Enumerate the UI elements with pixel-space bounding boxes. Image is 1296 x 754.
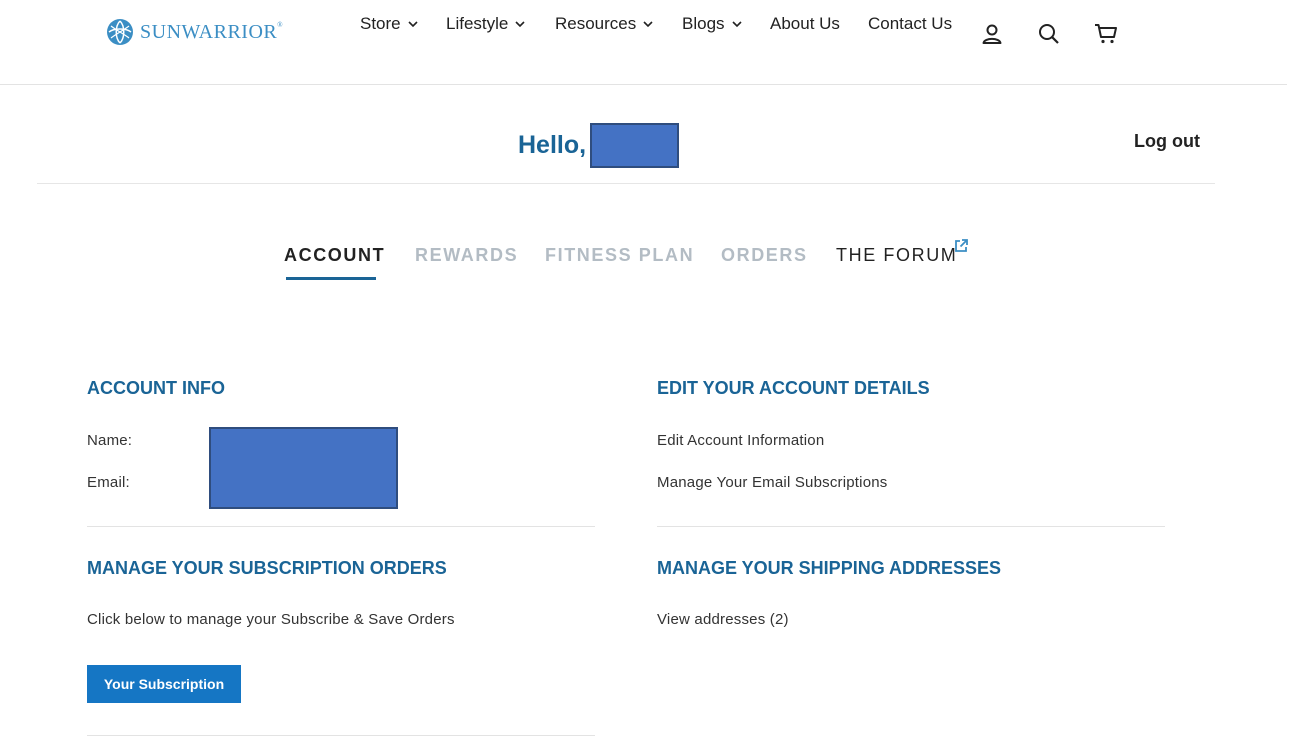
email-label: Email:: [87, 474, 130, 491]
greeting-divider: [37, 183, 1215, 184]
logout-link[interactable]: Log out: [1134, 131, 1200, 152]
logo-wordmark: SUNWARRIOR®: [140, 20, 284, 43]
tab-rewards[interactable]: REWARDS: [415, 245, 518, 266]
your-subscription-button[interactable]: Your Subscription: [87, 665, 241, 703]
sun-logo-icon: [107, 19, 133, 45]
email-subscriptions-link[interactable]: Manage Your Email Subscriptions: [657, 474, 888, 491]
section-divider: [657, 526, 1165, 527]
active-tab-indicator: [286, 277, 376, 280]
sunwarrior-logo[interactable]: SUNWARRIOR®: [106, 18, 283, 46]
edit-details-title: EDIT YOUR ACCOUNT DETAILS: [657, 378, 930, 398]
nav-store[interactable]: Store: [360, 14, 419, 34]
nav-blogs[interactable]: Blogs: [682, 14, 743, 34]
nav-contact-us[interactable]: Contact Us: [868, 14, 952, 34]
site-header: SUNWARRIOR® Store Lifestyle Resources Bl…: [0, 0, 1287, 85]
nav-resources-label: Resources: [555, 14, 637, 33]
shipping-title: MANAGE YOUR SHIPPING ADDRESSES: [657, 558, 1002, 578]
tab-fitness-plan[interactable]: FITNESS PLAN: [545, 245, 694, 266]
nav-blogs-label: Blogs: [682, 14, 725, 33]
nav-store-label: Store: [360, 14, 401, 33]
name-label: Name:: [87, 432, 133, 449]
subscriptions-description: Click below to manage your Subscribe & S…: [87, 611, 455, 628]
hello-text: Hello,: [518, 131, 587, 159]
redacted-user-name: [590, 123, 680, 168]
chevron-down-icon: [515, 21, 525, 28]
chevron-down-icon: [643, 21, 653, 28]
chevron-down-icon: [731, 21, 742, 28]
subscriptions-title: MANAGE YOUR SUBSCRIPTION ORDERS: [87, 558, 447, 578]
tab-account[interactable]: ACCOUNT: [284, 245, 385, 266]
nav-resources[interactable]: Resources: [555, 14, 654, 34]
nav-about-label: About Us: [770, 14, 840, 33]
nav-lifestyle[interactable]: Lifestyle: [446, 14, 526, 34]
edit-account-info-link[interactable]: Edit Account Information: [657, 432, 824, 449]
section-divider: [87, 526, 595, 527]
view-addresses-link[interactable]: View addresses (2): [657, 611, 789, 628]
greeting: Hello,: [518, 123, 680, 168]
chevron-down-icon: [408, 21, 418, 28]
tab-the-forum[interactable]: THE FORUM: [836, 245, 957, 266]
redacted-account-info: [209, 427, 398, 509]
tab-orders[interactable]: ORDERS: [721, 245, 808, 266]
section-divider: [87, 735, 595, 736]
account-info-title: ACCOUNT INFO: [87, 378, 225, 398]
nav-contact-label: Contact Us: [868, 14, 953, 33]
user-icon[interactable]: [980, 22, 1004, 46]
search-icon[interactable]: [1037, 22, 1061, 46]
nav-about-us[interactable]: About Us: [770, 14, 840, 34]
cart-icon[interactable]: [1094, 22, 1118, 46]
nav-lifestyle-label: Lifestyle: [446, 14, 509, 33]
external-link-icon: [955, 239, 968, 252]
